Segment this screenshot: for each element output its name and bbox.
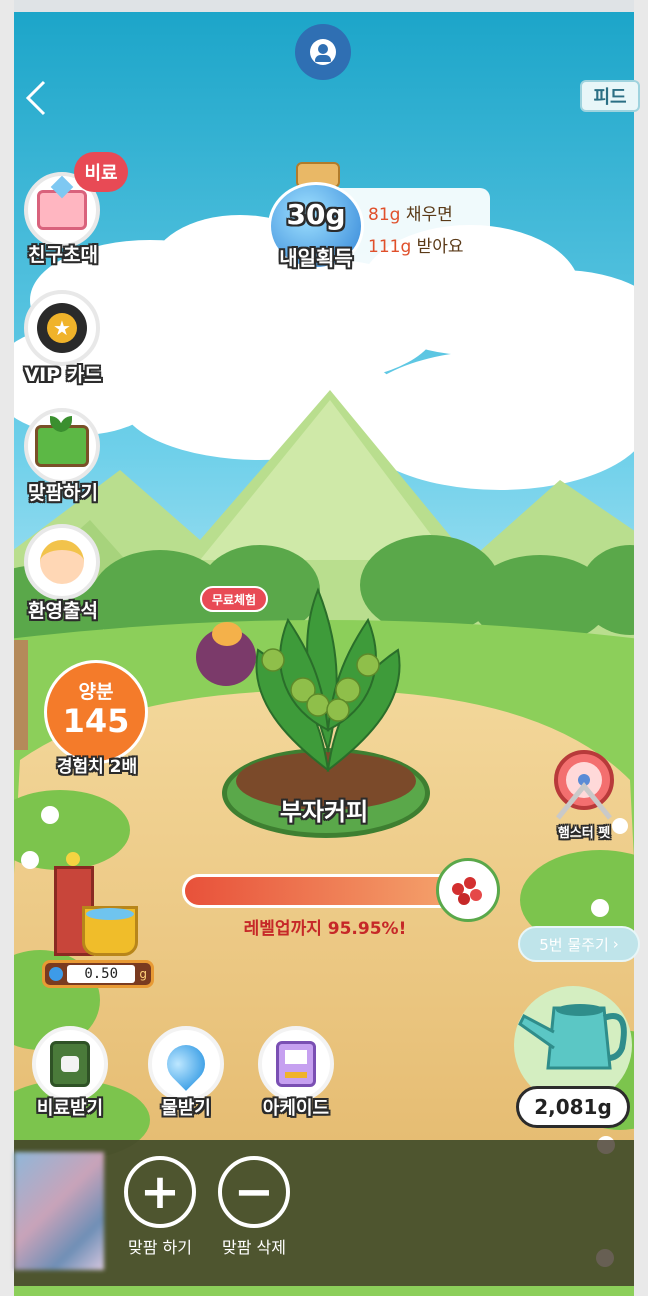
nutrient-sub: 경험치 2배 [56,757,138,777]
feed-button[interactable]: 피드 [580,80,640,112]
star-badge-icon: ★ [37,303,87,353]
chevron-right-icon: › [612,935,619,953]
reward-line-1: 81g 채우면 [368,205,453,225]
water-tank-unit: g [139,967,147,981]
feed-label: 피드 [593,87,627,108]
profile-button[interactable] [295,24,351,80]
watering-can-amount: 2,081g [516,1086,630,1128]
plant-name: 부자커피 [279,798,369,826]
fertilizer-label: 비료받기 [36,1098,104,1119]
reward-amount: 30g [286,198,346,231]
fertilizer-button[interactable] [32,1026,108,1102]
arcade-machine-icon [276,1041,316,1087]
vip-card-button[interactable]: ★ [24,290,100,366]
matpam-button[interactable] [24,408,100,484]
sprout-tile-icon [35,416,89,467]
plus-icon: + [139,1164,181,1220]
nutrient-title: 양분 [78,681,114,703]
nutrient-badge[interactable]: 양분 145 [44,660,148,764]
back-button[interactable] [22,78,52,118]
chevron-left-icon [25,80,46,116]
farmer-girl-icon [40,540,84,584]
nutrient-value: 145 [62,702,130,740]
level-reward-icon[interactable] [436,858,500,922]
water-five-times-button[interactable]: 5번 물주기 › [518,926,640,962]
attendance-label: 환영출석 [28,600,98,622]
gift-box-icon [37,176,87,230]
fertilizer-bag-icon [50,1041,90,1087]
watering-can-icon [518,1004,627,1070]
hamster-pet-button[interactable] [544,746,624,826]
water-five-times-label: 5번 물주기 [539,935,609,954]
invite-tag: 비료 [74,152,128,192]
arcade-label: 아케이드 [262,1098,330,1119]
hamster-pet-label: 햄스터 펫 [557,826,611,841]
remove-matpam-label: 맞팜 삭제 [222,1238,286,1257]
add-matpam-button[interactable]: + [124,1156,196,1228]
hamster-character[interactable] [196,622,256,686]
reward-label: 내일획득 [279,246,353,270]
game-screen: 피드 81g 채우면 111g 받아요 30g 내일획득 비료 친구초대 ★ V… [0,0,648,1296]
water-drop-icon [159,1037,213,1091]
water-drop-icon [49,967,63,981]
left-frame [0,0,14,1296]
water-pump[interactable] [44,852,156,962]
user-icon [310,39,336,65]
friend-thumbnail[interactable] [14,1152,104,1270]
water-receive-button[interactable] [148,1026,224,1102]
remove-matpam-button[interactable]: − [218,1156,290,1228]
free-trial-tag: 무료체험 [200,586,268,612]
top-frame [0,0,648,12]
reward-line-2: 111g 받아요 [368,237,464,257]
matpam-label: 맞팜하기 [28,482,98,504]
level-text: 레벨업까지 95.95%! [243,919,407,939]
arcade-button[interactable] [258,1026,334,1102]
water-tank-value: 0.50 [84,966,119,982]
invite-label: 친구초대 [28,244,98,266]
water-tank-gauge: 0.50 g [42,960,154,988]
water-receive-label: 물받기 [161,1098,211,1119]
vip-label: VIP 카드 [24,364,102,386]
hamster-wheel-icon [554,750,614,820]
coffee-cherry-icon [450,875,486,905]
right-frame [634,0,648,1296]
level-progress-fill [185,877,446,905]
bottom-bar [14,1140,634,1286]
attendance-button[interactable] [24,524,100,600]
level-progress-bar [182,874,460,908]
minus-icon: − [233,1164,275,1220]
